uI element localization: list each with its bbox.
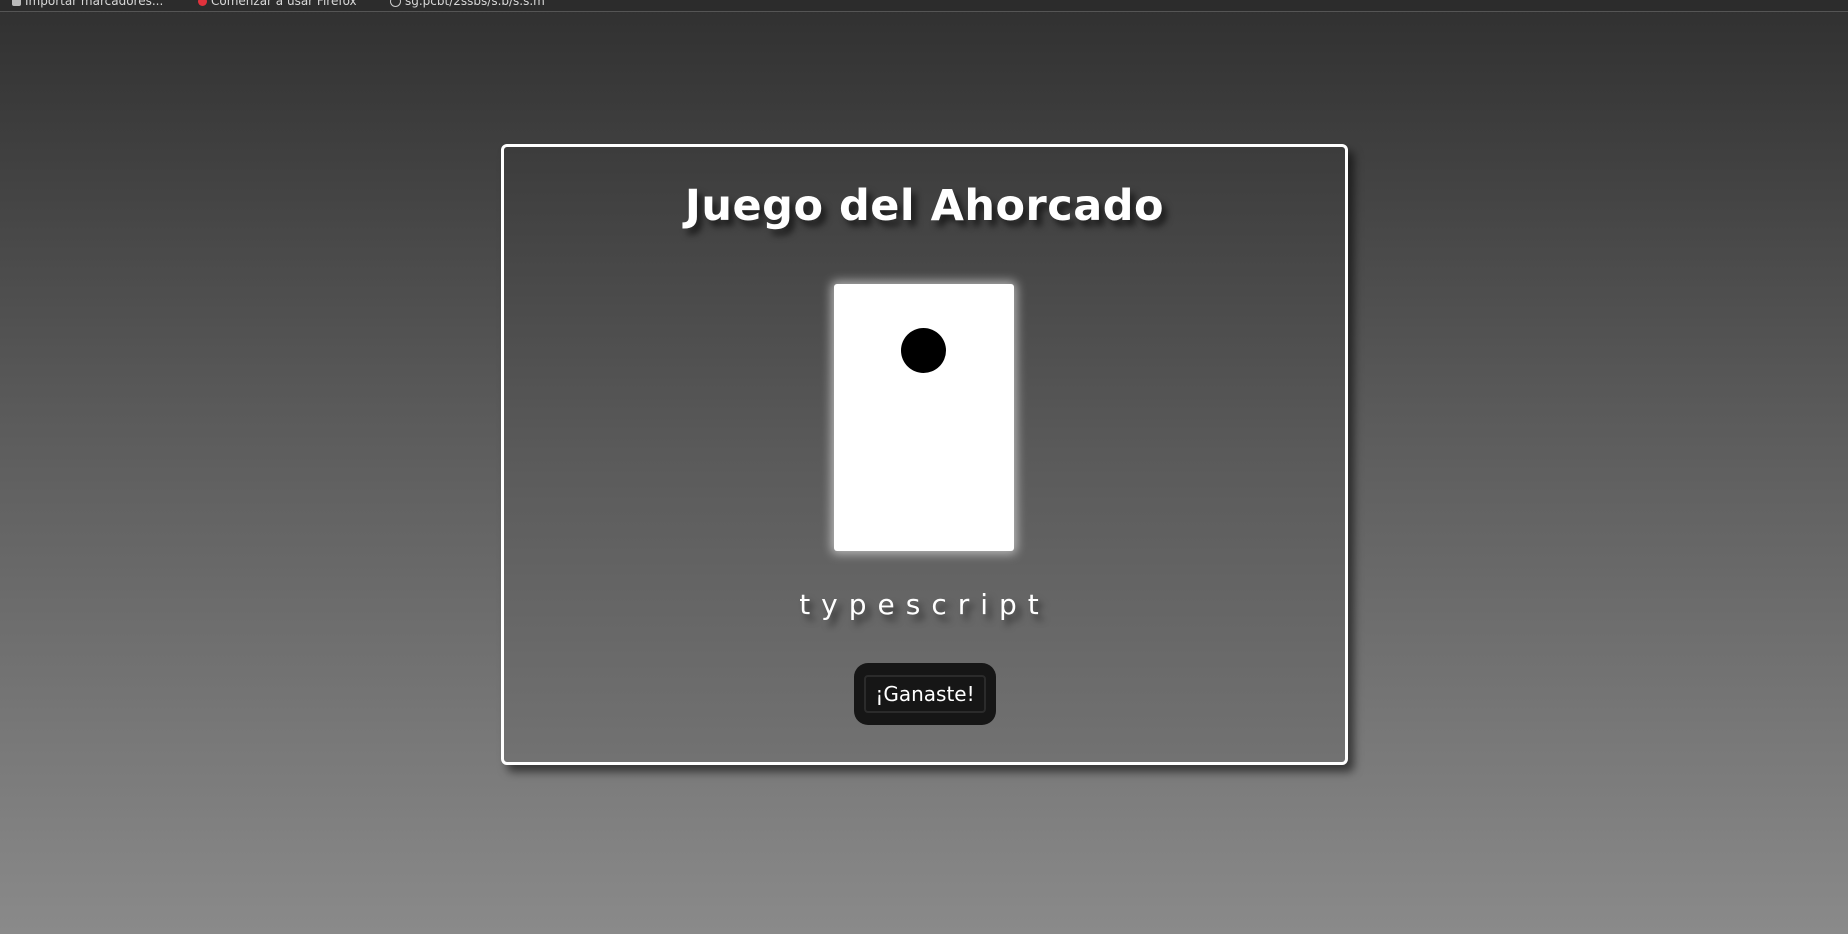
word-display: typescript	[799, 588, 1050, 621]
bookmark-firefox[interactable]: Comenzar a usar Firefox	[198, 0, 357, 8]
hangman-board	[834, 284, 1014, 551]
globe-icon	[390, 0, 401, 7]
bookmark-link[interactable]: sg.pcbt/2ssbs/s.b/s.s.m	[390, 0, 545, 8]
import-icon	[12, 0, 21, 6]
game-card: Juego del Ahorcado typescript ¡Ganaste!	[501, 144, 1348, 765]
hangman-head	[901, 328, 946, 373]
bookmark-label: Comenzar a usar Firefox	[211, 0, 357, 8]
result-button-label: ¡Ganaste!	[864, 675, 986, 713]
bookmarks-toolbar: Importar marcadores... Comenzar a usar F…	[0, 0, 1848, 12]
bookmark-import[interactable]: Importar marcadores...	[12, 0, 163, 8]
firefox-icon	[198, 0, 207, 6]
page-title: Juego del Ahorcado	[684, 181, 1165, 231]
result-button[interactable]: ¡Ganaste!	[854, 663, 996, 725]
bookmark-label: Importar marcadores...	[25, 0, 164, 8]
bookmark-label: sg.pcbt/2ssbs/s.b/s.s.m	[405, 0, 545, 8]
